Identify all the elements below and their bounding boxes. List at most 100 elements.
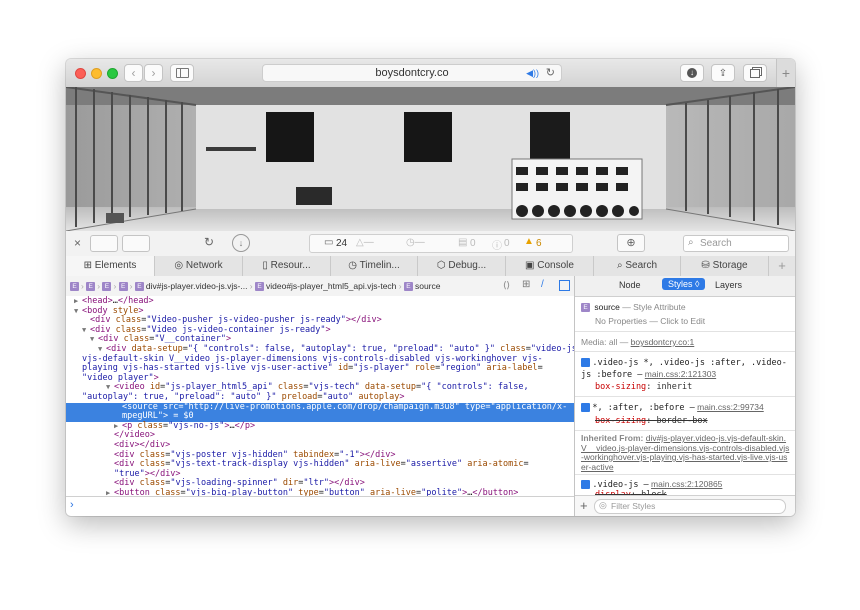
filter-placeholder: Filter Styles <box>611 501 656 511</box>
element-icon[interactable]: E <box>118 282 128 292</box>
devtools-toolbar: × ↻ ↓ ▭ 24 △— ◷— ▤ 0 ⓘ 0 ▲ 6 ⊕ ⌕ Search <box>66 231 795 257</box>
rule-icon <box>581 403 590 413</box>
network-icon: ◎ <box>174 260 186 271</box>
close-window-button[interactable] <box>75 68 86 79</box>
zoom-window-button[interactable] <box>107 68 118 79</box>
share-button[interactable]: ⇪ <box>711 64 735 82</box>
console-prompt[interactable]: › <box>66 496 574 516</box>
tab-debugger[interactable]: ⬡ Debug... <box>418 256 506 276</box>
dashboard[interactable]: ▭ 24 △— ◷— ▤ 0 ⓘ 0 ▲ 6 <box>309 234 573 253</box>
tab-styles[interactable]: Styles ◊ <box>662 278 706 290</box>
no-properties-text[interactable]: No Properties — Click to Edit <box>595 316 705 326</box>
tab-console[interactable]: ▣ Console <box>506 256 594 276</box>
dom-breadcrumb: E › E › E › E › Ediv#js-player.video-js.vjs-… <box>66 276 574 297</box>
crosshair-icon[interactable]: ⊕ <box>617 234 645 252</box>
tab-timelines[interactable]: ◷ Timelin... <box>331 256 418 276</box>
add-tab-icon[interactable]: + <box>769 256 795 276</box>
download-archive-icon[interactable]: ↓ <box>232 234 250 252</box>
media-link[interactable]: boysdontcry.co:1 <box>631 337 695 347</box>
tab-elements[interactable]: ⊞ Elements <box>66 256 155 276</box>
resources-icon: ▭ <box>324 237 334 248</box>
timelines-icon: ◷ <box>348 260 360 271</box>
tab-search[interactable]: ⌕ Search <box>594 256 681 276</box>
forward-button[interactable]: › <box>144 64 163 82</box>
chevron-left-icon: ‹ <box>131 66 136 80</box>
undock-button[interactable] <box>90 235 118 252</box>
rule3-source-link[interactable]: main.css:2:120865 <box>651 479 722 489</box>
rule2-value: border-box <box>656 416 708 426</box>
add-rule-icon[interactable]: + <box>580 498 588 513</box>
css-rule-2[interactable]: *, :after, :before — main.css:2:99734 <box>581 402 791 413</box>
disclosure-triangle-icon[interactable]: ▼ <box>90 335 94 345</box>
tab-network[interactable]: ◎ Network <box>155 256 243 276</box>
tab-layers[interactable]: Layers <box>715 280 742 290</box>
disclosure-triangle-icon[interactable]: ▼ <box>82 326 86 336</box>
tab-resources[interactable]: ▯ Resour... <box>243 256 331 276</box>
element-icon: E <box>255 282 264 292</box>
address-bar[interactable]: boysdontcry.co ◀)) ↻ <box>262 64 562 82</box>
rule2-selector: *, :after, :before — <box>592 403 695 413</box>
rule2-declaration[interactable]: box-sizing: border-box <box>595 416 708 426</box>
tabs-overview-button[interactable] <box>743 64 767 82</box>
resources-count: 24 <box>336 238 348 249</box>
filter-styles-input[interactable]: ◎ Filter Styles <box>594 499 786 514</box>
speaker-icon[interactable]: ◀)) <box>526 65 539 81</box>
dock-side-button[interactable] <box>122 235 150 252</box>
tab-storage[interactable]: ⛁ Storage <box>681 256 769 276</box>
errors-icon: ⓘ <box>492 241 502 252</box>
console-icon: ▣ <box>525 260 538 271</box>
breadcrumb-item-player[interactable]: div#js-player.video-js.vjs-... <box>146 281 248 291</box>
download-icon: ↓ <box>687 68 697 78</box>
breadcrumb-item-source[interactable]: source <box>415 281 441 291</box>
styles-filter-bar: + ◎ Filter Styles <box>575 495 795 516</box>
downloads-button[interactable]: ↓ <box>680 64 704 82</box>
layout-grid-icon[interactable]: ⊞ <box>522 279 530 290</box>
styles-sidebar: Node Styles ◊ Layers E source — Style At… <box>574 276 795 516</box>
size-icon: △— <box>356 237 374 248</box>
time-icon: ◷— <box>406 237 425 248</box>
devtools-search-field[interactable]: ⌕ Search <box>683 235 789 252</box>
style-attribute-header: E source — Style Attribute <box>581 302 686 313</box>
dom-node[interactable]: ▶ <button class="vjs-big-play-button" typ… <box>66 488 574 496</box>
element-icon[interactable]: E <box>70 282 79 292</box>
reload-icon[interactable]: ↻ <box>546 65 555 81</box>
style-attr-selector: source <box>594 302 620 312</box>
elements-icon: ⊞ <box>83 260 95 271</box>
dom-tree[interactable]: ▶ <head>…</head> ▼ <body style> <div class="… <box>66 296 574 496</box>
tab-node[interactable]: Node <box>619 280 641 290</box>
rule1-declaration[interactable]: box-sizing: inherit <box>595 382 692 392</box>
close-inspector-icon[interactable]: × <box>74 236 81 250</box>
devtools-tab-bar: ⊞ Elements ◎ Network ▯ Resour... ◷ Timel… <box>66 256 795 277</box>
chevron-right-icon: › <box>151 66 156 80</box>
reload-page-icon[interactable]: ↻ <box>204 235 214 249</box>
prompt-chevron-icon: › <box>70 499 74 511</box>
disclosure-triangle-icon[interactable]: ▶ <box>106 489 110 496</box>
errors-count: 0 <box>504 238 510 249</box>
rule2-source-link[interactable]: main.css:2:99734 <box>697 402 764 412</box>
toggle-sidebar-icon[interactable] <box>559 280 570 291</box>
element-icon: E <box>134 282 144 292</box>
rule1-prop: box-sizing <box>595 382 647 392</box>
warehouse-video-image <box>66 87 795 231</box>
media-header: Media: all — boysdontcry.co:1 <box>581 337 791 347</box>
element-icon[interactable]: E <box>86 282 96 292</box>
sidebar-toggle-button[interactable] <box>170 64 194 82</box>
share-icon: ⇪ <box>718 67 728 79</box>
element-icon[interactable]: E <box>102 282 112 292</box>
title-bar: ‹ › boysdontcry.co ◀)) ↻ ↓ ⇪ + <box>66 59 795 88</box>
new-tab-button[interactable]: + <box>776 59 795 87</box>
paint-brush-icon[interactable]: / <box>541 279 544 290</box>
minimize-window-button[interactable] <box>91 68 102 79</box>
show-shadow-dom-icon[interactable]: ⟨⟩ <box>503 280 510 291</box>
css-rule-3[interactable]: .video-js — main.css:2:120865 <box>581 479 791 490</box>
css-rule-1[interactable]: .video-js *, .video-js :after, .video-js… <box>581 357 791 381</box>
disclosure-triangle-icon[interactable]: ▶ <box>74 297 78 307</box>
search-placeholder: Search <box>700 238 732 249</box>
disclosure-triangle-icon[interactable]: ▼ <box>74 307 78 317</box>
rule-icon <box>581 358 590 368</box>
rule2-prop: box-sizing <box>595 416 647 426</box>
video-player-frame[interactable] <box>66 87 795 231</box>
breadcrumb-item-video[interactable]: video#js-player_html5_api.vjs-tech <box>266 281 396 291</box>
back-button[interactable]: ‹ <box>124 64 143 82</box>
rule1-source-link[interactable]: main.css:2:121303 <box>645 369 716 379</box>
